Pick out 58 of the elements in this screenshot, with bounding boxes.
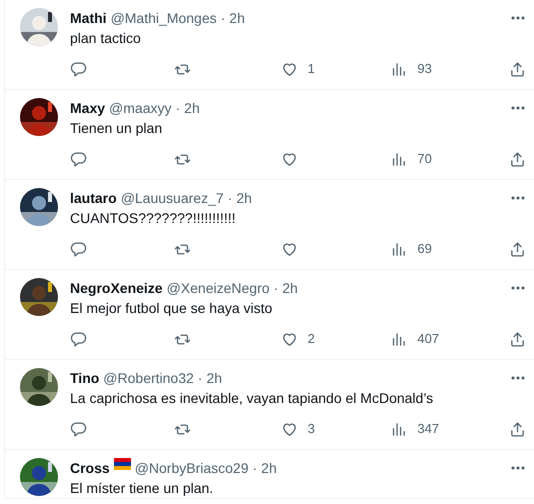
user-name[interactable]: NegroXeneize (70, 278, 163, 298)
timestamp[interactable]: 2h (282, 278, 298, 298)
like-count: 2 (308, 330, 315, 348)
heart-icon[interactable] (280, 240, 298, 258)
views-icon[interactable] (390, 420, 408, 438)
tweet-text: plan tactico (70, 29, 142, 48)
tweet-text: CUANTOS???????!!!!!!!!!!! (70, 209, 236, 228)
user-handle[interactable]: @maaxyy (109, 98, 172, 118)
reply-icon[interactable] (70, 240, 87, 258)
tweet-text: Tienen un plan (70, 119, 164, 138)
separator-dot: · (228, 189, 232, 208)
separator-dot: · (274, 279, 278, 298)
share-icon[interactable] (509, 60, 526, 78)
view-count: 347 (417, 420, 440, 438)
share-icon[interactable] (509, 420, 526, 438)
reply-icon[interactable] (70, 60, 87, 78)
view-count: 93 (417, 60, 432, 78)
views-icon[interactable] (390, 150, 408, 168)
share-icon[interactable] (509, 240, 526, 258)
reply-icon[interactable] (70, 420, 87, 438)
view-count: 70 (417, 150, 432, 168)
separator-dot: · (198, 369, 202, 388)
share-icon[interactable] (509, 330, 526, 348)
separator-dot: · (220, 9, 226, 28)
user-name[interactable]: lautaro (70, 188, 117, 208)
heart-icon[interactable] (280, 330, 298, 348)
user-name[interactable]: Cross (70, 458, 110, 478)
heart-icon[interactable] (280, 420, 298, 438)
tweet-text: La caprichosa es inevitable, vayan tapiando el McDonald’s (70, 389, 434, 408)
user-name[interactable]: Maxy (70, 98, 106, 118)
separator-dot: · (252, 459, 258, 478)
like-count: 3 (308, 420, 315, 438)
timestamp[interactable]: 2h (229, 8, 245, 28)
views-icon[interactable] (390, 330, 408, 348)
timestamp[interactable]: 2h (206, 368, 222, 388)
timestamp[interactable]: 2h (184, 98, 200, 118)
user-handle[interactable]: @NorbyBriasco29 (134, 458, 248, 478)
view-count: 407 (417, 330, 440, 348)
reply-icon[interactable] (70, 330, 87, 348)
tweet-text: El mejor futbol que se haya visto (70, 299, 274, 318)
user-name[interactable]: Mathi (70, 8, 107, 28)
views-icon[interactable] (390, 240, 408, 258)
user-handle[interactable]: @XeneizeNegro (166, 278, 270, 298)
view-count: 69 (417, 240, 432, 258)
timestamp[interactable]: 2h (261, 458, 277, 478)
tweet-text: El míster tiene un plan. (70, 479, 214, 498)
reply-icon[interactable] (70, 150, 87, 168)
heart-icon[interactable] (280, 150, 298, 168)
user-name[interactable]: Tino (70, 368, 100, 388)
separator-dot: · (175, 99, 180, 118)
share-icon[interactable] (509, 150, 526, 168)
timestamp[interactable]: 2h (236, 188, 252, 208)
user-handle[interactable]: @Mathi_Monges (110, 8, 217, 28)
views-icon[interactable] (390, 60, 408, 78)
heart-icon[interactable] (280, 60, 298, 78)
like-count: 1 (308, 60, 315, 78)
user-handle[interactable]: @Robertino32 (103, 368, 194, 388)
user-handle[interactable]: @Lauusuarez_7 (120, 188, 224, 208)
